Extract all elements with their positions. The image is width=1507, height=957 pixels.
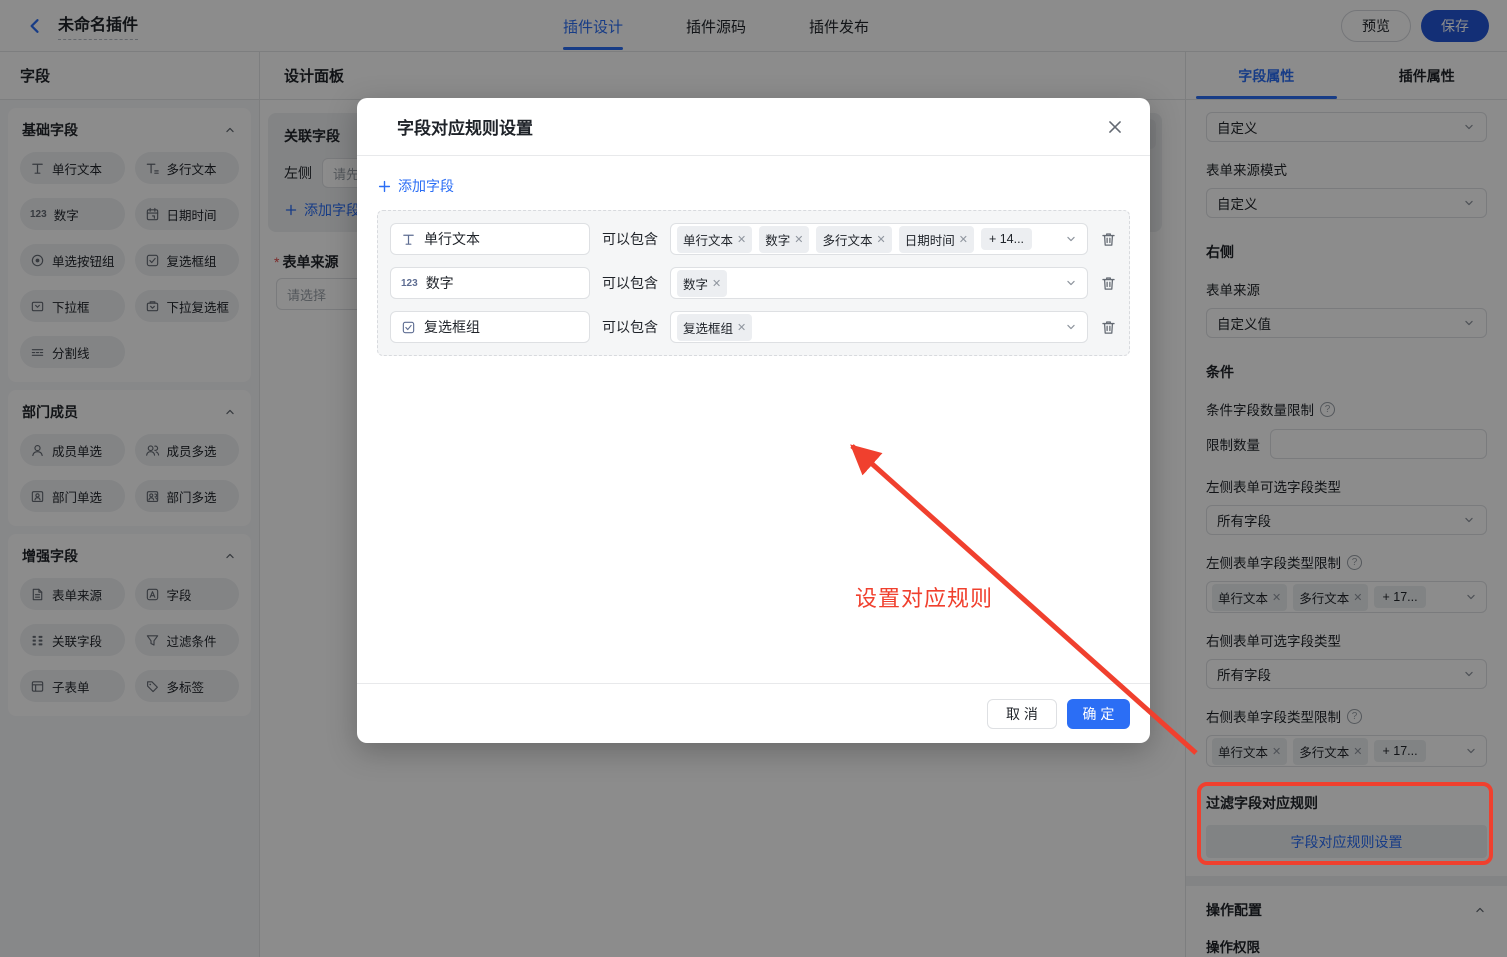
field-rule-settings-modal: 字段对应规则设置 添加字段 单行文本 可以包含 单行文本 数字 bbox=[357, 98, 1150, 743]
type-tag: 数字 bbox=[759, 226, 809, 253]
remove-tag-icon[interactable] bbox=[737, 233, 746, 246]
close-icon[interactable] bbox=[1106, 118, 1124, 136]
rule-contains-multiselect[interactable]: 复选框组 bbox=[670, 311, 1088, 343]
remove-tag-icon[interactable] bbox=[876, 233, 885, 246]
chevron-down-icon bbox=[1064, 276, 1078, 290]
type-tag: 复选框组 bbox=[677, 314, 752, 341]
rule-rows-container: 单行文本 可以包含 单行文本 数字 多行文本 日期时间 + 14... bbox=[377, 210, 1130, 356]
type-tag: 多行文本 bbox=[816, 226, 891, 253]
number-icon: 123 bbox=[401, 278, 418, 289]
app-screen: 未命名插件 插件设计 插件源码 插件发布 预览 保存 字段 基础字段 单行文本 … bbox=[0, 0, 1507, 957]
remove-tag-icon[interactable] bbox=[794, 233, 803, 246]
type-tag: 数字 bbox=[677, 270, 727, 297]
rule-row: 复选框组 可以包含 复选框组 bbox=[390, 311, 1117, 343]
checkbox-group-icon bbox=[401, 320, 416, 335]
plus-icon bbox=[377, 179, 392, 194]
modal-title: 字段对应规则设置 bbox=[397, 114, 533, 139]
type-tag: 单行文本 bbox=[677, 226, 752, 253]
type-tag: 日期时间 bbox=[899, 226, 974, 253]
cancel-button[interactable]: 取 消 bbox=[987, 699, 1057, 729]
rule-contains-multiselect[interactable]: 数字 bbox=[670, 267, 1088, 299]
rule-contains-multiselect[interactable]: 单行文本 数字 多行文本 日期时间 + 14... bbox=[670, 223, 1088, 255]
chevron-down-icon bbox=[1064, 320, 1078, 334]
delete-row-icon[interactable] bbox=[1100, 319, 1117, 336]
confirm-button[interactable]: 确 定 bbox=[1067, 699, 1130, 729]
rule-field-select[interactable]: 123 数字 bbox=[390, 267, 590, 299]
rule-row: 单行文本 可以包含 单行文本 数字 多行文本 日期时间 + 14... bbox=[390, 223, 1117, 255]
remove-tag-icon[interactable] bbox=[712, 277, 721, 290]
delete-row-icon[interactable] bbox=[1100, 231, 1117, 248]
rule-field-select[interactable]: 单行文本 bbox=[390, 223, 590, 255]
rule-row: 123 数字 可以包含 数字 bbox=[390, 267, 1117, 299]
more-tags-badge[interactable]: + 14... bbox=[981, 228, 1032, 250]
contain-label: 可以包含 bbox=[602, 273, 658, 293]
contain-label: 可以包含 bbox=[602, 317, 658, 337]
remove-tag-icon[interactable] bbox=[737, 321, 746, 334]
remove-tag-icon[interactable] bbox=[959, 233, 968, 246]
chevron-down-icon bbox=[1064, 232, 1078, 246]
rule-field-select[interactable]: 复选框组 bbox=[390, 311, 590, 343]
modal-add-field-button[interactable]: 添加字段 bbox=[377, 176, 1130, 196]
contain-label: 可以包含 bbox=[602, 229, 658, 249]
delete-row-icon[interactable] bbox=[1100, 275, 1117, 292]
text-icon bbox=[401, 232, 416, 247]
